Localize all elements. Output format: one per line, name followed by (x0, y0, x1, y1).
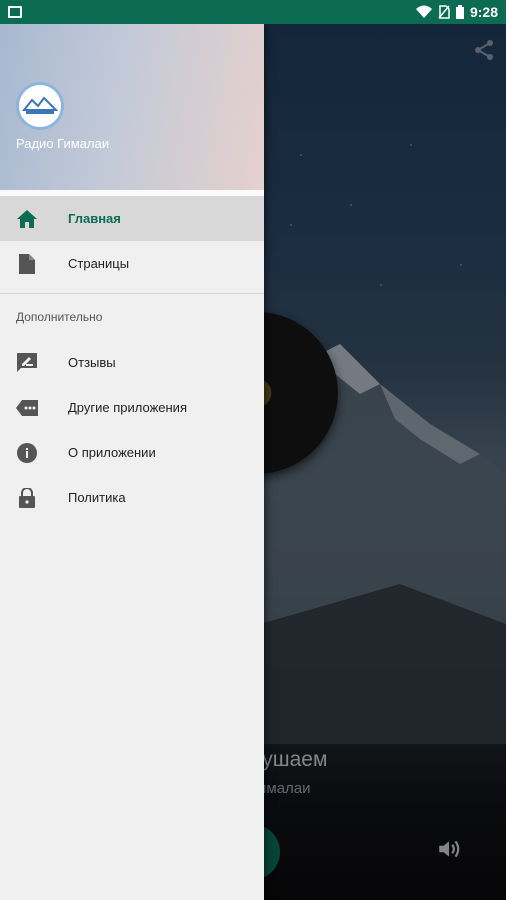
info-icon (16, 442, 38, 464)
menu-item-other-apps[interactable]: Другие приложения (0, 385, 264, 430)
app-name: Радио Гималаи (16, 136, 109, 151)
status-icons: 9:28 (415, 4, 498, 20)
menu-item-label: Другие приложения (68, 400, 187, 415)
menu-item-home[interactable]: Главная (0, 196, 264, 241)
menu-item-label: Политика (68, 490, 126, 505)
navigation-drawer: Радио Гималаи Главная Страницы Дополните… (0, 24, 264, 900)
menu-item-about[interactable]: О приложении (0, 430, 264, 475)
document-icon (16, 253, 38, 275)
menu-item-pages[interactable]: Страницы (0, 241, 264, 286)
drawer-header: Радио Гималаи (0, 24, 264, 190)
home-icon (16, 208, 38, 230)
menu-item-policy[interactable]: Политика (0, 475, 264, 520)
lock-icon (16, 487, 38, 509)
menu-item-label: Отзывы (68, 355, 116, 370)
menu-item-label: О приложении (68, 445, 156, 460)
status-bar: 9:28 (0, 0, 506, 24)
menu-item-feedback[interactable]: Отзывы (0, 340, 264, 385)
menu-item-label: Главная (68, 211, 121, 226)
clock: 9:28 (469, 4, 498, 20)
menu-item-label: Страницы (68, 256, 130, 271)
battery-icon (455, 5, 464, 19)
feedback-icon (16, 352, 38, 374)
label-tag-icon (16, 397, 38, 419)
section-title: Дополнительно (16, 310, 103, 324)
radio-logo-icon (22, 96, 58, 114)
no-sim-icon (438, 5, 450, 19)
image-notification-icon (8, 6, 22, 18)
app-logo (16, 82, 64, 130)
wifi-icon (415, 5, 432, 18)
